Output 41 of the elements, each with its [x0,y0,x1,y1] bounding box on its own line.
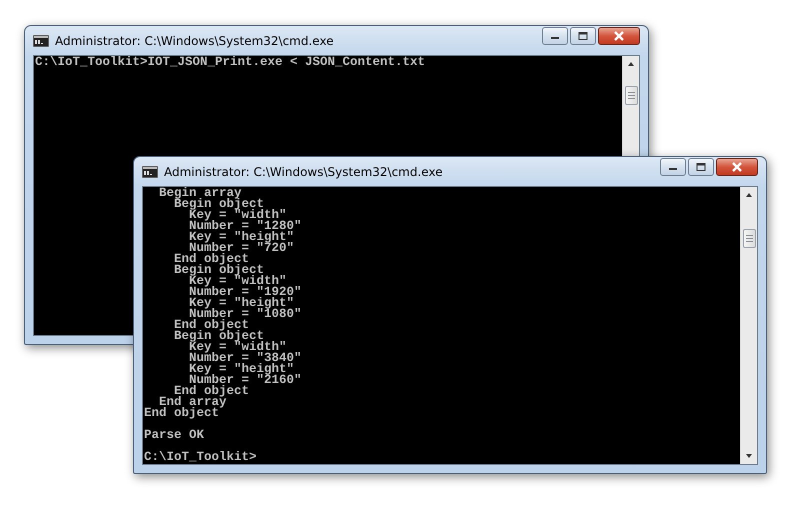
console-line: Key = "height" [188,232,294,243]
maximize-icon [696,163,706,171]
close-icon [731,162,743,172]
maximize-button[interactable] [570,27,596,45]
close-button[interactable] [716,158,758,176]
console-line: C:\IoT_Toolkit>IOT_JSON_Print.exe < JSON_Content.txt [35,57,426,68]
console-line: Begin object [173,265,264,276]
console-line: Number = "1080" [189,309,302,320]
console-line: End object [174,386,250,397]
console-line: End array [159,397,227,408]
console-prompt: C:\IoT_Toolkit> [144,452,257,463]
console-line: End object [144,408,220,419]
console-line: Number = "3840" [188,353,302,364]
scroll-thumb[interactable] [624,86,638,105]
maximize-button[interactable] [688,158,714,176]
console-line: Key = "height" [188,298,294,309]
console-line: Key = "width" [189,342,287,353]
console-line: Begin array [158,188,242,199]
scrollbar[interactable] [740,187,757,464]
minimize-button[interactable] [660,158,686,176]
console-line: Key = "height" [188,364,294,375]
console-line: Number = "1920" [188,287,302,298]
console-line: Begin object [173,331,264,342]
console-line: Key = "width" [189,276,287,287]
minimize-button[interactable] [542,27,568,45]
console-line: Number = "720" [189,243,294,254]
close-button[interactable] [598,27,640,45]
console-icon [142,166,158,178]
console-line: Number = "2160" [189,375,302,386]
console-line: End object [173,320,250,331]
maximize-icon [578,32,588,40]
console-line: Parse OK [144,430,204,441]
console-line: Key = "width" [189,210,287,221]
scroll-thumb[interactable] [742,229,756,248]
console-line: Begin object [174,199,264,210]
window-title: Administrator: C:\Windows\System32\cmd.exe [164,164,443,178]
console-line: End object [173,254,250,265]
console-line: Number = "1280" [188,221,302,232]
close-icon [613,31,625,41]
window-title: Administrator: C:\Windows\System32\cmd.exe [55,34,334,48]
console-icon [33,34,49,46]
